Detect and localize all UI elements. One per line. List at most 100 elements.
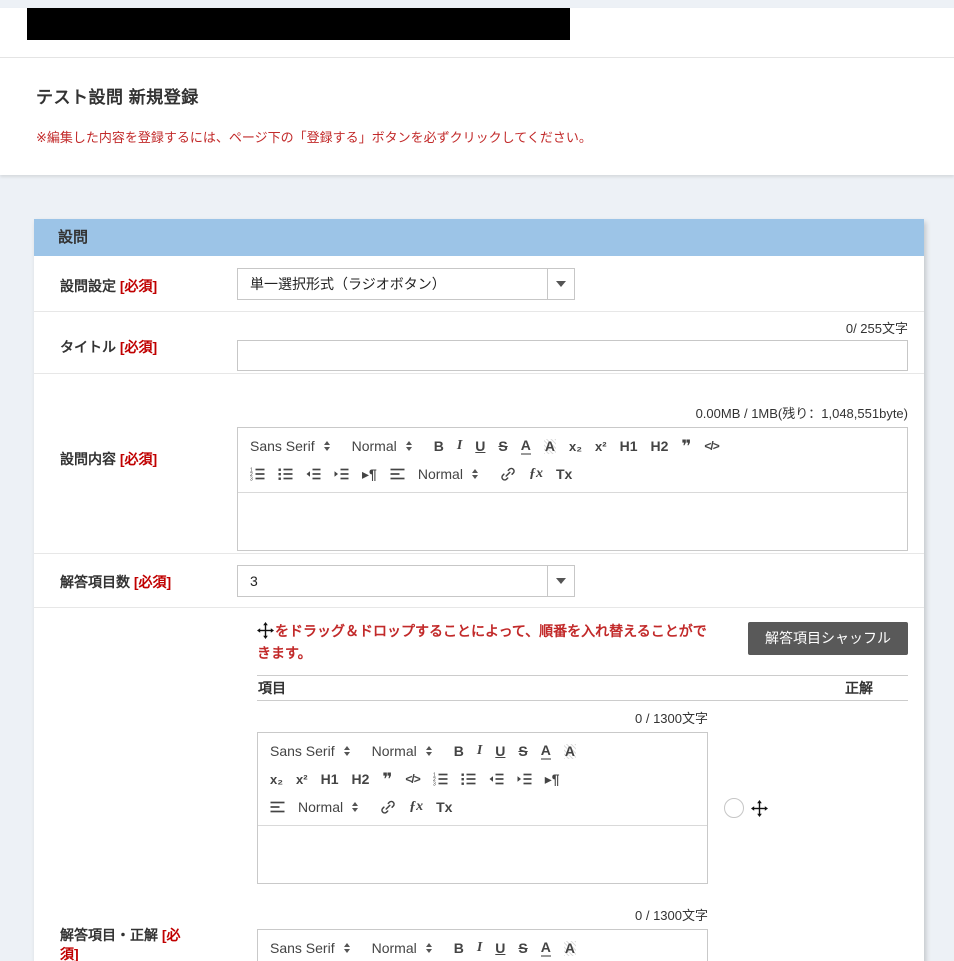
answer-item-editor-textarea[interactable] (258, 826, 707, 883)
underline-icon[interactable]: U (475, 439, 485, 453)
font-select[interactable]: Sans Serif (270, 940, 350, 956)
size-select-label: Normal (352, 438, 397, 454)
question-form-panel: 設問 設問設定 [必須] 単一選択形式（ラジオボタン） タイトル (34, 219, 924, 961)
move-icon (257, 622, 274, 644)
italic-icon[interactable]: I (457, 439, 462, 453)
content-size-counter: 0.00MB / 1MB(残り：1,048,551byte) (237, 404, 908, 423)
formula-icon[interactable]: ƒx (409, 800, 423, 814)
header1-icon[interactable]: H1 (321, 772, 339, 786)
size-select-label: Normal (372, 940, 417, 956)
direction-icon[interactable]: ▸¶ (545, 772, 560, 786)
superscript-icon[interactable]: x² (296, 773, 308, 786)
font-select[interactable]: Sans Serif (270, 743, 350, 759)
indent-icon[interactable] (517, 772, 532, 786)
align-icon[interactable] (390, 467, 405, 481)
line-height-select-label: Normal (298, 799, 343, 815)
direction-icon[interactable]: ▸¶ (362, 467, 377, 481)
code-block-icon[interactable]: </> (704, 440, 718, 452)
italic-icon[interactable]: I (477, 941, 482, 955)
formula-icon[interactable]: ƒx (529, 467, 543, 481)
required-badge: [必須] (120, 278, 157, 294)
indent-icon[interactable] (334, 467, 349, 481)
ordered-list-icon[interactable]: 123 (433, 772, 448, 786)
answer-item-char-counter: 0 / 1300文字 (257, 709, 708, 728)
question-type-select[interactable]: 単一選択形式（ラジオボタン） (237, 268, 575, 300)
content-label: 設問内容 [必須] (34, 374, 237, 553)
bold-icon[interactable]: B (454, 941, 464, 955)
header2-icon[interactable]: H2 (351, 772, 369, 786)
ordered-list-icon[interactable]: 123 (250, 467, 265, 481)
link-icon[interactable] (500, 467, 516, 482)
answer-item-row: Sans SerifNormalBIUSAAx₂x²H1H2❞</>123▸¶N… (257, 732, 908, 884)
title-input[interactable] (237, 340, 908, 371)
correct-answer-radio[interactable] (724, 798, 744, 818)
svg-text:3: 3 (433, 781, 436, 786)
column-header-correct: 正解 (845, 678, 873, 698)
font-select[interactable]: Sans Serif (250, 438, 330, 454)
highlight-color-icon[interactable]: A (564, 941, 576, 956)
italic-icon[interactable]: I (477, 744, 482, 758)
toolbar-row: Sans SerifNormalBIUSAA (270, 935, 695, 961)
answers-label: 解答項目・正解 [必須] (34, 608, 237, 961)
size-select[interactable]: Normal (372, 743, 432, 759)
title-field: 0/ 255文字 (237, 312, 924, 373)
clean-format-icon[interactable]: Tx (436, 800, 452, 814)
bullet-list-icon[interactable] (461, 772, 476, 786)
align-icon[interactable] (270, 800, 285, 814)
link-icon[interactable] (380, 800, 396, 815)
underline-icon[interactable]: U (495, 744, 505, 758)
item-count-select[interactable]: 3 (237, 565, 575, 597)
title-label: タイトル [必須] (34, 312, 237, 373)
page-title: テスト設問 新規登録 (36, 83, 918, 108)
superscript-icon[interactable]: x² (595, 440, 607, 453)
font-select-label: Sans Serif (270, 743, 335, 759)
row-title: タイトル [必須] 0/ 255文字 (34, 312, 924, 374)
size-select[interactable]: Normal (352, 438, 412, 454)
outdent-icon[interactable] (489, 772, 504, 786)
drag-handle-move-icon[interactable] (751, 800, 768, 817)
code-block-icon[interactable]: </> (405, 773, 419, 785)
svg-text:3: 3 (250, 476, 253, 481)
bold-icon[interactable]: B (454, 744, 464, 758)
global-nav-strip (0, 8, 954, 58)
updown-arrows-icon (352, 802, 358, 812)
updown-arrows-icon (426, 746, 432, 756)
chevron-down-icon[interactable] (547, 269, 574, 299)
header1-icon[interactable]: H1 (620, 439, 638, 453)
underline-icon[interactable]: U (495, 941, 505, 955)
item-count-field: 3 (237, 554, 924, 607)
text-color-icon[interactable]: A (541, 940, 551, 957)
subscript-icon[interactable]: x₂ (270, 773, 283, 786)
line-height-select[interactable]: Normal (298, 799, 358, 815)
size-select[interactable]: Normal (372, 940, 432, 956)
answer-item-editor-toolbar: Sans SerifNormalBIUSAAx₂x²H1H2❞</>123▸¶N… (258, 930, 707, 961)
chevron-down-icon[interactable] (547, 566, 574, 596)
updown-arrows-icon (344, 943, 350, 953)
outdent-icon[interactable] (306, 467, 321, 481)
bullet-list-icon[interactable] (278, 467, 293, 481)
answer-item-editor: Sans SerifNormalBIUSAAx₂x²H1H2❞</>123▸¶N… (257, 929, 708, 961)
bold-icon[interactable]: B (434, 439, 444, 453)
updown-arrows-icon (324, 441, 330, 451)
answer-item-char-counter: 0 / 1300文字 (257, 906, 708, 925)
answer-item: 0 / 1300文字 Sans SerifNormalBIUSAAx₂x²H1H… (257, 709, 908, 884)
text-color-icon[interactable]: A (541, 743, 551, 760)
clean-format-icon[interactable]: Tx (556, 467, 572, 481)
content-editor-textarea[interactable] (238, 493, 907, 550)
strike-icon[interactable]: S (518, 744, 527, 758)
blockquote-icon[interactable]: ❞ (382, 771, 392, 788)
text-color-icon[interactable]: A (521, 438, 531, 455)
subscript-icon[interactable]: x₂ (569, 440, 582, 453)
line-height-select[interactable]: Normal (418, 466, 478, 482)
toolbar-row: Sans SerifNormalBIUSAAx₂x²H1H2❞</> (250, 433, 895, 459)
header2-icon[interactable]: H2 (651, 439, 669, 453)
strike-icon[interactable]: S (498, 439, 507, 453)
blockquote-icon[interactable]: ❞ (681, 438, 691, 455)
strike-icon[interactable]: S (518, 941, 527, 955)
highlight-color-icon[interactable]: A (564, 744, 576, 759)
question-type-field: 単一選択形式（ラジオボタン） (237, 256, 924, 311)
page-header: テスト設問 新規登録 ※編集した内容を登録するには、ページ下の「登録する」ボタン… (0, 8, 954, 175)
font-select-label: Sans Serif (250, 438, 315, 454)
highlight-color-icon[interactable]: A (544, 439, 556, 454)
shuffle-items-button[interactable]: 解答項目シャッフル (748, 622, 908, 655)
